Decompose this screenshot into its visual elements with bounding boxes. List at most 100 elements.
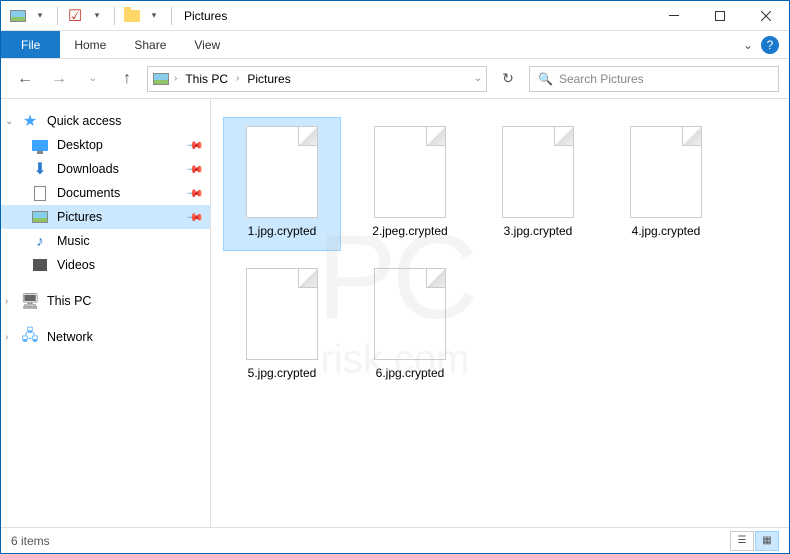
breadcrumb-pictures[interactable]: Pictures	[243, 72, 294, 86]
quick-access-toolbar: ▾ ☑ ▾ ▾ Pictures	[1, 7, 227, 25]
sidebar-item-music[interactable]: ♪ Music	[1, 229, 210, 253]
properties-icon[interactable]: ☑	[66, 7, 84, 25]
close-button[interactable]	[743, 1, 789, 31]
qat-dropdown-icon[interactable]: ▾	[31, 7, 49, 25]
search-box[interactable]: 🔍 Search Pictures	[529, 66, 779, 92]
chevron-right-icon[interactable]: ›	[236, 73, 239, 84]
search-icon: 🔍	[538, 72, 553, 86]
file-item[interactable]: 5.jpg.crypted	[223, 259, 341, 393]
file-icon	[630, 126, 702, 218]
maximize-icon	[715, 11, 725, 21]
sidebar-this-pc[interactable]: › 🖥 This PC	[1, 289, 210, 313]
sidebar-label: Music	[57, 234, 90, 248]
separator	[114, 7, 115, 25]
ribbon-tabs: File Home Share View ⌄ ?	[1, 31, 789, 59]
tab-share[interactable]: Share	[120, 31, 180, 58]
sidebar-item-desktop[interactable]: Desktop 📌	[1, 133, 210, 157]
file-list[interactable]: 1.jpg.crypted 2.jpeg.crypted 3.jpg.crypt…	[211, 99, 789, 527]
help-icon[interactable]: ?	[761, 36, 779, 54]
chevron-down-icon[interactable]: ⌄	[474, 73, 482, 84]
qat-more-icon[interactable]: ▾	[145, 7, 163, 25]
tab-home[interactable]: Home	[60, 31, 120, 58]
file-icon	[374, 126, 446, 218]
separator	[171, 7, 172, 25]
sidebar-item-downloads[interactable]: ⬇ Downloads 📌	[1, 157, 210, 181]
expand-icon[interactable]: ›	[5, 332, 8, 343]
file-icon	[246, 126, 318, 218]
recent-locations-button[interactable]: ⌄	[79, 65, 107, 93]
sidebar-item-documents[interactable]: Documents 📌	[1, 181, 210, 205]
file-name: 2.jpeg.crypted	[368, 224, 451, 238]
breadcrumb-path[interactable]: › This PC › Pictures ⌄	[147, 66, 487, 92]
qat-dropdown-icon[interactable]: ▾	[88, 7, 106, 25]
file-name: 5.jpg.crypted	[244, 366, 321, 380]
videos-icon	[31, 256, 49, 274]
sidebar-label: Downloads	[57, 162, 119, 176]
sidebar-label: Desktop	[57, 138, 103, 152]
window-title: Pictures	[184, 9, 227, 23]
sidebar-network[interactable]: › 🖧 Network	[1, 325, 210, 349]
pin-icon: 📌	[186, 160, 205, 179]
icons-view-button[interactable]: ▦	[755, 531, 779, 551]
file-icon	[246, 268, 318, 360]
explorer-icon	[9, 7, 27, 25]
address-bar: ← → ⌄ ↑ › This PC › Pictures ⌄ ↻ 🔍 Searc…	[1, 59, 789, 99]
sidebar-label: Network	[47, 330, 93, 344]
new-folder-icon[interactable]	[123, 7, 141, 25]
close-icon	[761, 11, 771, 21]
sidebar-label: Videos	[57, 258, 95, 272]
expand-ribbon-icon[interactable]: ⌄	[743, 38, 753, 52]
file-item[interactable]: 3.jpg.crypted	[479, 117, 597, 251]
breadcrumb-this-pc[interactable]: This PC	[181, 72, 232, 86]
documents-icon	[31, 184, 49, 202]
file-name: 4.jpg.crypted	[628, 224, 705, 238]
sidebar-label: Quick access	[47, 114, 121, 128]
desktop-icon	[31, 136, 49, 154]
details-view-button[interactable]: ☰	[730, 531, 754, 551]
pictures-folder-icon	[152, 70, 170, 88]
minimize-button[interactable]	[651, 1, 697, 31]
network-icon: 🖧	[21, 328, 39, 346]
window-controls	[651, 1, 789, 31]
titlebar: ▾ ☑ ▾ ▾ Pictures	[1, 1, 789, 31]
file-item[interactable]: 2.jpeg.crypted	[351, 117, 469, 251]
back-button[interactable]: ←	[11, 65, 39, 93]
star-icon: ★	[21, 112, 39, 130]
pictures-icon	[31, 208, 49, 226]
file-item[interactable]: 1.jpg.crypted	[223, 117, 341, 251]
chevron-right-icon[interactable]: ›	[174, 73, 177, 84]
music-icon: ♪	[31, 232, 49, 250]
file-name: 1.jpg.crypted	[244, 224, 321, 238]
expand-icon[interactable]: ›	[5, 296, 8, 307]
file-name: 3.jpg.crypted	[500, 224, 577, 238]
sidebar-label: This PC	[47, 294, 91, 308]
refresh-button[interactable]: ↻	[493, 70, 523, 87]
sidebar-label: Documents	[57, 186, 120, 200]
downloads-icon: ⬇	[31, 160, 49, 178]
search-placeholder: Search Pictures	[559, 72, 644, 86]
forward-button[interactable]: →	[45, 65, 73, 93]
pin-icon: 📌	[186, 136, 205, 155]
navigation-pane: ⌄ ★ Quick access Desktop 📌 ⬇ Downloads 📌…	[1, 99, 211, 527]
pin-icon: 📌	[186, 208, 205, 227]
file-name: 6.jpg.crypted	[372, 366, 449, 380]
separator	[57, 7, 58, 25]
pc-icon: 🖥	[21, 292, 39, 310]
file-explorer-window: PC risk.com ▾ ☑ ▾ ▾ Pictures	[0, 0, 790, 554]
file-icon	[374, 268, 446, 360]
content-area: ⌄ ★ Quick access Desktop 📌 ⬇ Downloads 📌…	[1, 99, 789, 527]
tab-view[interactable]: View	[180, 31, 234, 58]
expand-icon[interactable]: ⌄	[5, 116, 13, 127]
view-toggle: ☰ ▦	[730, 531, 779, 551]
sidebar-quick-access[interactable]: ⌄ ★ Quick access	[1, 109, 210, 133]
file-item[interactable]: 6.jpg.crypted	[351, 259, 469, 393]
sidebar-item-pictures[interactable]: Pictures 📌	[1, 205, 210, 229]
sidebar-item-videos[interactable]: Videos	[1, 253, 210, 277]
file-item[interactable]: 4.jpg.crypted	[607, 117, 725, 251]
up-button[interactable]: ↑	[113, 65, 141, 93]
sidebar-label: Pictures	[57, 210, 102, 224]
pin-icon: 📌	[186, 184, 205, 203]
file-menu[interactable]: File	[1, 31, 60, 58]
maximize-button[interactable]	[697, 1, 743, 31]
item-count: 6 items	[11, 534, 50, 548]
